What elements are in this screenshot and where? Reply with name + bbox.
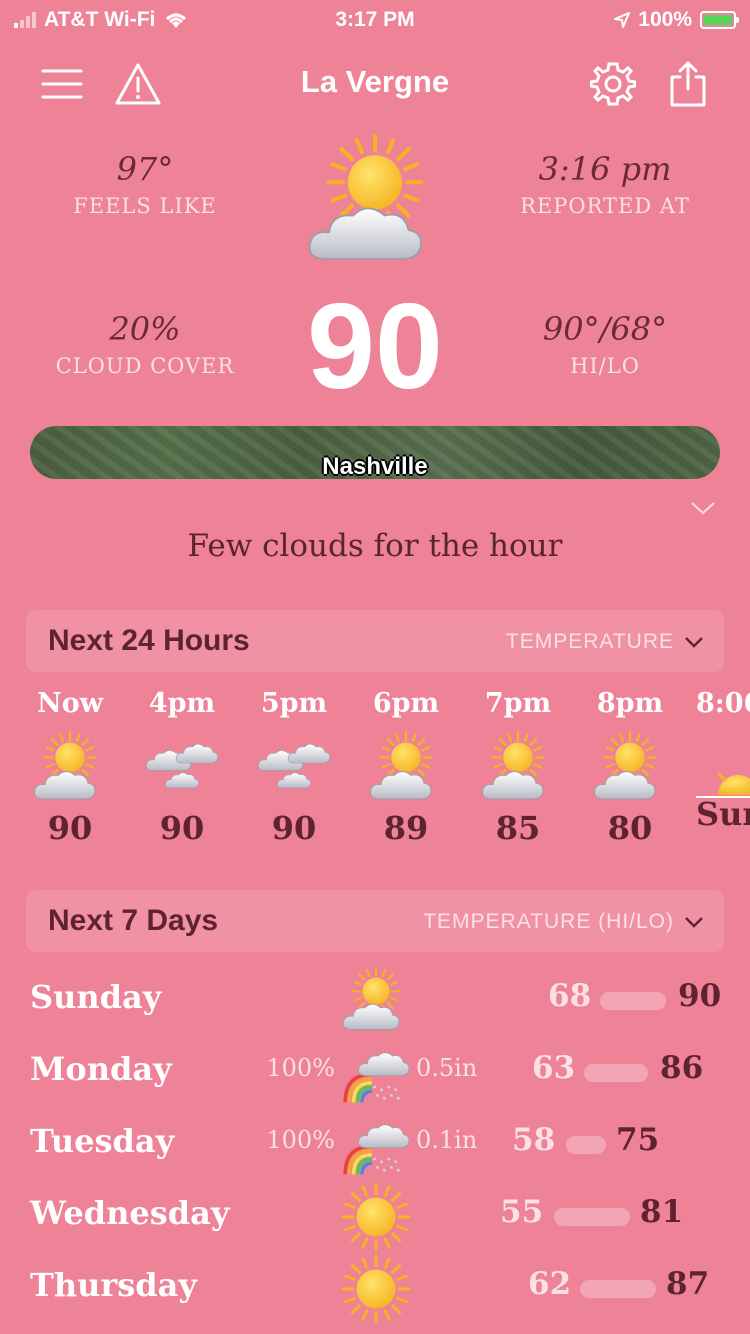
daily-section-header: Next 7 Days TEMPERATURE (HI/LO): [26, 890, 724, 952]
hour-time: 4pm: [148, 688, 216, 719]
daily-selector[interactable]: TEMPERATURE (HI/LO): [423, 910, 704, 934]
rain-rainbow-icon: [340, 1110, 412, 1180]
hour-time: 8pm: [596, 688, 664, 719]
temp-range-bar: [584, 1064, 648, 1082]
day-name: Thursday: [30, 1266, 197, 1304]
rain-rainbow-icon: [340, 1038, 412, 1108]
hilo-value: 90°/68°: [542, 310, 668, 348]
hour-value: 89: [383, 809, 429, 847]
hour-time: Now: [37, 688, 103, 719]
hour-time: 6pm: [372, 688, 440, 719]
battery-icon: [700, 11, 739, 29]
day-high: 81: [640, 1194, 684, 1230]
day-name: Sunday: [30, 978, 162, 1016]
status-right: 100%: [614, 8, 739, 32]
hour-value: 80: [607, 809, 653, 847]
partly-sunny-icon: [480, 730, 556, 806]
sunny-icon: [341, 1182, 411, 1252]
day-name: Wednesday: [30, 1194, 230, 1232]
status-bar: AT&T Wi-Fi 3:17 PM 100%: [0, 0, 750, 42]
hour-value: 90: [47, 809, 93, 847]
hour-value: 90: [271, 809, 317, 847]
feels-like-value: 97°: [116, 150, 174, 188]
reported-at-value: 3:16 pm: [538, 150, 672, 188]
day-high: 86: [660, 1050, 704, 1086]
share-button[interactable]: [660, 58, 716, 110]
hilo-label: HI/LO: [570, 354, 640, 378]
hour-item-partial[interactable]: 8:06 Sun: [696, 688, 750, 858]
gear-icon: [590, 62, 636, 106]
precip-amount: 0.5in: [416, 1054, 478, 1082]
sunset-icon: [696, 771, 750, 798]
hour-item[interactable]: 8pm 80: [574, 688, 686, 847]
settings-button[interactable]: [585, 58, 641, 110]
daily-selector-label: TEMPERATURE (HI/LO): [423, 910, 674, 933]
hour-time: 8:06: [696, 688, 750, 719]
precip-chance: 100%: [266, 1126, 335, 1154]
hilo-stat: 90°/68° HI/LO: [485, 310, 725, 378]
daily-title: Next 7 Days: [48, 904, 219, 937]
temp-range-bar: [600, 992, 666, 1010]
day-low: 58: [512, 1122, 556, 1158]
hourly-title: Next 24 Hours: [48, 624, 250, 657]
map-city-label: Nashville: [322, 453, 428, 479]
temp-range-bar: [566, 1136, 606, 1154]
day-row[interactable]: Monday 100% 0.5in 63 86: [0, 1038, 750, 1110]
partly-sunny-icon: [32, 730, 108, 806]
hour-summary: Few clouds for the hour: [187, 528, 563, 564]
hour-item[interactable]: 7pm 85: [462, 688, 574, 847]
precip-amount: 0.1in: [416, 1126, 478, 1154]
cloudy-icon: [256, 738, 332, 798]
hourly-section-header: Next 24 Hours TEMPERATURE: [26, 610, 724, 672]
hour-item[interactable]: 5pm 90: [238, 688, 350, 847]
hour-value: 85: [495, 809, 541, 847]
hour-value: Sun: [696, 795, 750, 833]
hour-item[interactable]: 6pm 89: [350, 688, 462, 847]
hourly-selector-label: TEMPERATURE: [505, 630, 674, 653]
chevron-down-icon: [685, 917, 703, 928]
hourly-selector[interactable]: TEMPERATURE: [506, 630, 704, 654]
expand-chevron-icon[interactable]: [690, 500, 716, 516]
chevron-down-icon: [685, 637, 703, 648]
day-high: 87: [666, 1266, 710, 1302]
sunny-icon: [341, 1254, 411, 1324]
share-icon: [670, 61, 706, 107]
day-low: 55: [500, 1194, 544, 1230]
day-row[interactable]: Thursday 62 87: [0, 1254, 750, 1326]
feels-like-label: FEELS LIKE: [73, 194, 217, 218]
partly-sunny-icon: [300, 132, 450, 272]
hour-time: 5pm: [260, 688, 328, 719]
precip-chance: 100%: [266, 1054, 335, 1082]
day-row[interactable]: Sunday 68 90: [0, 966, 750, 1038]
hour-item[interactable]: 4pm 90: [126, 688, 238, 847]
day-high: 90: [678, 978, 722, 1014]
battery-percent: 100%: [638, 8, 692, 31]
day-name: Tuesday: [30, 1122, 175, 1160]
partly-sunny-icon: [340, 966, 412, 1036]
temp-range-bar: [580, 1280, 656, 1298]
location-arrow-icon: [614, 12, 631, 28]
reported-at-label: REPORTED AT: [520, 194, 690, 218]
day-name: Monday: [30, 1050, 172, 1088]
day-high: 75: [616, 1122, 660, 1158]
day-row[interactable]: Wednesday 55 81: [0, 1182, 750, 1254]
temp-range-bar: [554, 1208, 630, 1226]
radar-map[interactable]: Nashville: [30, 426, 720, 479]
reported-at-stat: 3:16 pm REPORTED AT: [485, 150, 725, 218]
day-row[interactable]: Tuesday 100% 0.1in 58 75: [0, 1110, 750, 1182]
day-low: 62: [528, 1266, 572, 1302]
partly-sunny-icon: [592, 730, 668, 806]
feels-like-stat: 97° FEELS LIKE: [25, 150, 265, 218]
cloudy-icon: [144, 738, 220, 798]
day-low: 68: [548, 978, 592, 1014]
day-low: 63: [532, 1050, 576, 1086]
hour-item[interactable]: Now 90: [14, 688, 126, 847]
hour-value: 90: [159, 809, 205, 847]
partly-sunny-icon: [368, 730, 444, 806]
hour-time: 7pm: [484, 688, 552, 719]
